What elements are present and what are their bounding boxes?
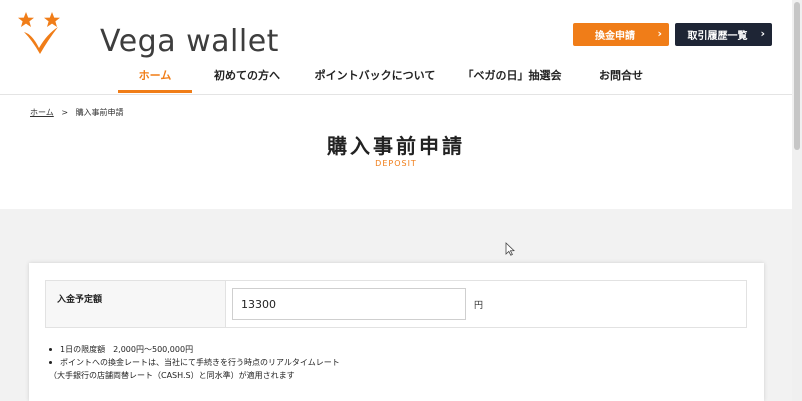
deposit-notes: 1日の限度額 2,000円〜500,000円 ポイントへの換金レートは、当社にて… — [49, 343, 340, 382]
logo-text: Vega wallet — [100, 24, 279, 59]
logo-stars-mark-icon — [18, 12, 60, 54]
deposit-form-card: 入金予定額 円 1日の限度額 2,000円〜500,000円 ポイントへの換金レ… — [29, 263, 764, 401]
page-title: 購入事前申請 — [327, 134, 465, 158]
note-exchange-rate-continued: （大手銀行の店舗両替レート（CASH.S）と同水準）が適用されます — [49, 371, 295, 380]
header-divider — [0, 94, 792, 95]
bullet-icon — [49, 361, 52, 364]
note-item: 1日の限度額 2,000円〜500,000円 — [49, 343, 340, 356]
mouse-cursor-icon — [505, 242, 515, 256]
nav-item-home[interactable]: ホーム — [118, 60, 192, 93]
deposit-amount-input[interactable] — [232, 288, 466, 320]
currency-unit: 円 — [474, 301, 484, 311]
chevron-right-icon: › — [657, 27, 662, 40]
nav-item-lottery[interactable]: 「ベガの日」抽選会 — [448, 60, 576, 90]
deposit-amount-cell: 円 — [226, 281, 746, 327]
deposit-amount-row: 入金予定額 円 — [45, 280, 747, 328]
bullet-icon — [49, 348, 52, 351]
transaction-history-button[interactable]: 取引履歴一覧 › — [675, 23, 772, 46]
nav-item-label: 「ベガの日」抽選会 — [462, 69, 562, 82]
nav-item-label: 初めての方へ — [214, 69, 280, 82]
page-scrollbar[interactable] — [792, 0, 802, 401]
page-subtitle: DEPOSIT — [375, 159, 417, 168]
exchange-request-button[interactable]: 換金申請 › — [573, 23, 669, 46]
note-exchange-rate: ポイントへの換金レートは、当社にて手続きを行う時点のリアルタイムレート — [60, 358, 340, 367]
vega-wallet-logo[interactable]: Vega wallet — [18, 10, 278, 60]
scrollbar-thumb[interactable] — [794, 2, 800, 150]
nav-item-label: ポイントバックについて — [314, 69, 436, 82]
nav-item-pointback[interactable]: ポイントバックについて — [302, 60, 448, 90]
chevron-right-icon: › — [760, 27, 765, 40]
nav-item-label: お問合せ — [599, 69, 643, 82]
nav-item-label: ホーム — [138, 69, 172, 82]
main-nav: ホーム 初めての方へ ポイントバックについて 「ベガの日」抽選会 お問合せ — [118, 60, 666, 94]
site-header: Vega wallet 換金申請 › 取引履歴一覧 › ホーム 初めての方へ ポ… — [0, 0, 792, 95]
breadcrumb-current: 購入事前申請 — [75, 108, 124, 117]
breadcrumb: ホーム > 購入事前申請 — [30, 107, 124, 118]
transaction-history-label: 取引履歴一覧 — [687, 31, 748, 42]
note-daily-limit: 1日の限度額 2,000円〜500,000円 — [60, 345, 194, 354]
breadcrumb-home-link[interactable]: ホーム — [30, 108, 54, 117]
nav-item-beginners[interactable]: 初めての方へ — [192, 60, 302, 90]
nav-item-contact[interactable]: お問合せ — [576, 60, 666, 90]
exchange-request-label: 換金申請 — [595, 31, 635, 42]
note-item: ポイントへの換金レートは、当社にて手続きを行う時点のリアルタイムレート — [49, 356, 340, 369]
deposit-amount-label: 入金予定額 — [46, 281, 226, 327]
breadcrumb-separator: > — [61, 108, 69, 117]
